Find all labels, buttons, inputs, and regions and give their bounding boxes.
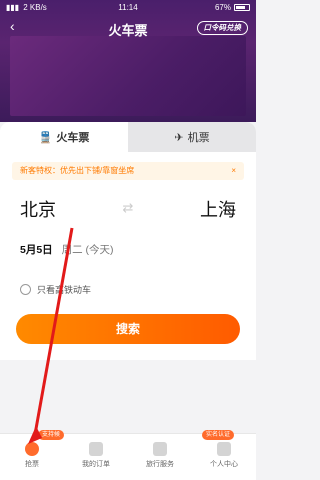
- bottom-item-orders[interactable]: 我的订单: [64, 442, 128, 469]
- train-icon: 🚆: [38, 131, 53, 144]
- bottom-item-grab[interactable]: 抢票 支持候补: [0, 430, 64, 469]
- close-icon[interactable]: ×: [231, 162, 236, 180]
- date-week: 周二 (今天): [61, 244, 114, 256]
- tab-flight-label: 机票: [187, 132, 210, 144]
- transport-tabs: 🚆 火车票 ✈ 机票: [0, 122, 256, 152]
- battery-icon: [234, 4, 250, 11]
- redeem-code-button[interactable]: 口令码兑换: [196, 21, 248, 35]
- grid-icon: [153, 442, 167, 456]
- battery-percent: 67%: [214, 3, 231, 12]
- lightning-icon: [25, 442, 39, 456]
- user-icon: [217, 442, 231, 456]
- tab-train-label: 火车票: [56, 132, 90, 144]
- notice-bar: 新客特权：优先出下铺/靠窗坐席 ×: [12, 162, 244, 180]
- notice-text: 新客特权：优先出下铺/靠窗坐席: [20, 166, 135, 175]
- bottom-item-orders-label: 我的订单: [82, 461, 110, 468]
- tab-train[interactable]: 🚆 火车票: [0, 122, 128, 152]
- radio-button[interactable]: [20, 284, 31, 295]
- booking-card: 🚆 火车票 ✈ 机票 新客特权：优先出下铺/靠窗坐席 × 北京 ⇄ 上海 5月5…: [0, 122, 256, 360]
- to-city[interactable]: 上海: [200, 196, 236, 222]
- high-speed-filter[interactable]: 只看高铁动车: [20, 283, 91, 296]
- promo-banner[interactable]: [10, 36, 246, 116]
- bottom-nav: 抢票 支持候补 我的订单 旅行服务 个人中心 实名认证: [0, 430, 256, 480]
- order-icon: [89, 442, 103, 456]
- bottom-item-services[interactable]: 旅行服务: [128, 442, 192, 469]
- badge-waitlist: 支持候补: [38, 430, 64, 448]
- date-selector[interactable]: 5月5日 周二 (今天): [20, 242, 114, 257]
- tab-flight[interactable]: ✈ 机票: [128, 122, 256, 152]
- bottom-item-grab-label: 抢票: [25, 461, 39, 468]
- search-button[interactable]: 搜索: [16, 314, 240, 344]
- swap-icon[interactable]: ⇄: [123, 200, 134, 216]
- from-city[interactable]: 北京: [20, 196, 56, 222]
- route-selector: 北京 ⇄ 上海: [20, 196, 236, 222]
- top-nav: ‹ 火车票 口令码兑换: [0, 16, 256, 40]
- bottom-item-services-label: 旅行服务: [146, 461, 174, 468]
- badge-verify: 实名认证: [202, 430, 235, 440]
- high-speed-label: 只看高铁动车: [37, 285, 92, 295]
- date-day: 5月5日: [20, 244, 53, 256]
- bottom-item-profile-label: 个人中心: [210, 461, 238, 468]
- status-bar: ▮▮▮ 2 KB/s 11:14 67%: [0, 0, 256, 16]
- bottom-item-profile[interactable]: 个人中心 实名认证: [192, 430, 256, 469]
- status-right: 67%: [215, 3, 250, 12]
- plane-icon: ✈: [174, 131, 184, 144]
